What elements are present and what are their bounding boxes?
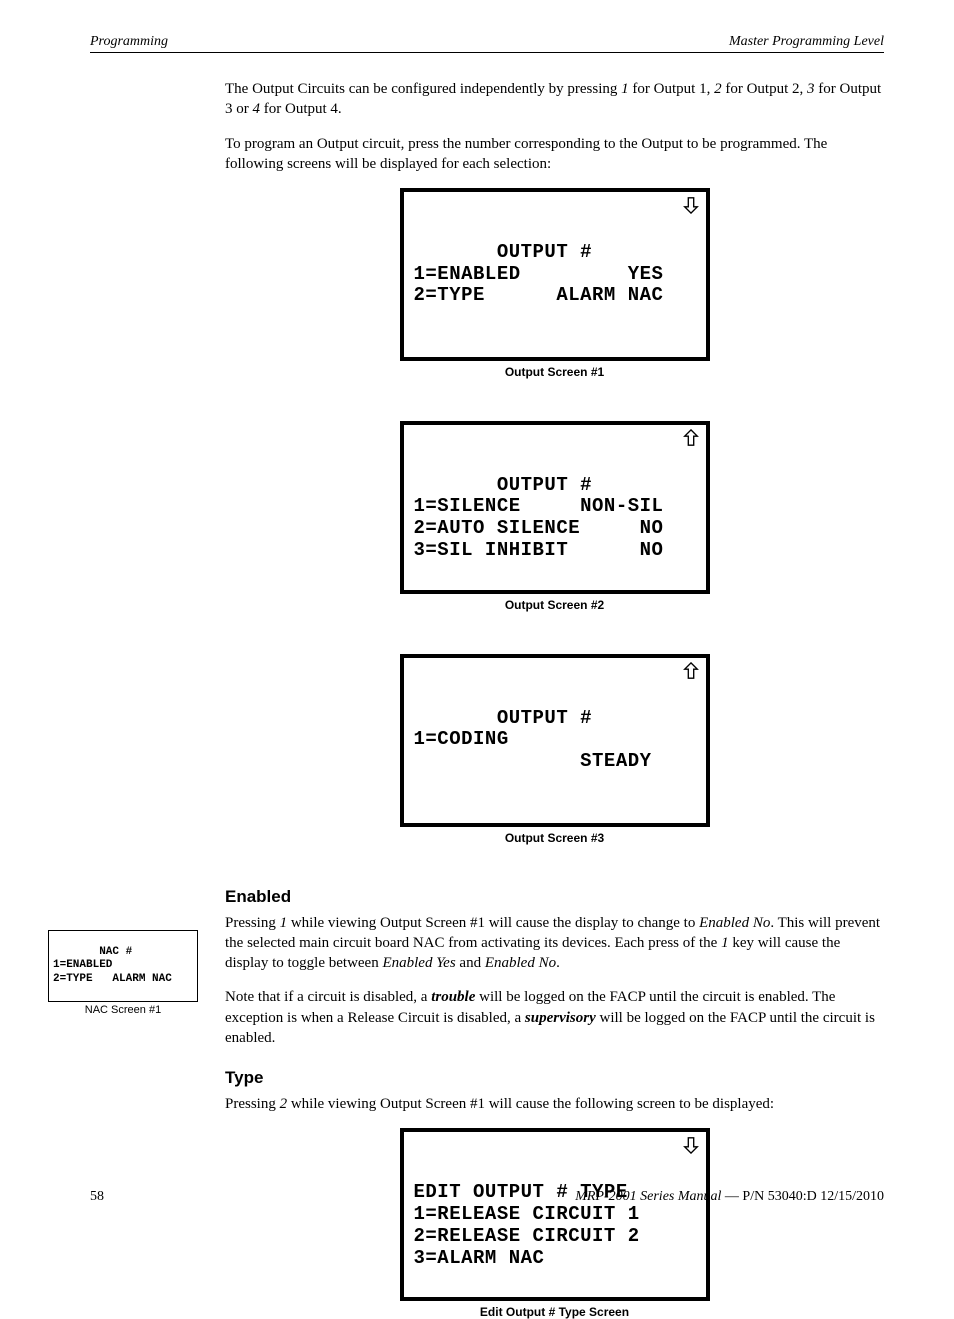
- lcd-screen-2: OUTPUT # 1=SILENCE NON-SIL 2=AUTO SILENC…: [400, 421, 710, 594]
- arrow-down-icon: [682, 196, 700, 214]
- lcd-screen-1: OUTPUT # 1=ENABLED YES 2=TYPE ALARM NAC: [400, 188, 710, 361]
- heading-enabled: Enabled: [225, 887, 884, 907]
- type-paragraph-1: Pressing 2 while viewing Output Screen #…: [225, 1094, 884, 1114]
- page-footer: 58 MRP-2001 Series Manual — P/N 53040:D …: [90, 1189, 884, 1205]
- lcd-screen-1-block: OUTPUT # 1=ENABLED YES 2=TYPE ALARM NAC …: [400, 188, 710, 379]
- intro-paragraph-2: To program an Output circuit, press the …: [225, 134, 884, 175]
- lcd-screen-3: OUTPUT # 1=CODING STEADY: [400, 654, 710, 827]
- nac-screen: NAC # 1=ENABLED 2=TYPE ALARM NAC: [48, 930, 198, 1002]
- lcd-screen-3-block: OUTPUT # 1=CODING STEADY Output Screen #…: [400, 654, 710, 845]
- footer-right: MRP-2001 Series Manual — P/N 53040:D 12/…: [575, 1189, 884, 1205]
- nac-caption: NAC Screen #1: [48, 1004, 198, 1016]
- lcd-screen-4-block: EDIT OUTPUT # TYPE 1=RELEASE CIRCUIT 1 2…: [400, 1128, 710, 1319]
- page-number: 58: [90, 1189, 104, 1205]
- enabled-paragraph-1: Pressing 1 while viewing Output Screen #…: [225, 913, 884, 974]
- intro-paragraph-1: The Output Circuits can be configured in…: [225, 79, 884, 120]
- lcd-screen-4: EDIT OUTPUT # TYPE 1=RELEASE CIRCUIT 1 2…: [400, 1128, 710, 1301]
- lcd-1-caption: Output Screen #1: [400, 365, 710, 379]
- lcd-3-caption: Output Screen #3: [400, 831, 710, 845]
- arrow-down-icon: [682, 1136, 700, 1154]
- header-right: Master Programming Level: [729, 34, 884, 50]
- lcd-4-caption: Edit Output # Type Screen: [400, 1305, 710, 1319]
- arrow-up-icon: [682, 662, 700, 680]
- lcd-screen-2-block: OUTPUT # 1=SILENCE NON-SIL 2=AUTO SILENC…: [400, 421, 710, 612]
- enabled-paragraph-2: Note that if a circuit is disabled, a tr…: [225, 987, 884, 1048]
- heading-type: Type: [225, 1068, 884, 1088]
- lcd-2-caption: Output Screen #2: [400, 598, 710, 612]
- page-header: Programming Master Programming Level: [90, 34, 884, 53]
- nac-side-block: NAC # 1=ENABLED 2=TYPE ALARM NAC NAC Scr…: [48, 930, 198, 1016]
- header-left: Programming: [90, 34, 168, 50]
- arrow-up-icon: [682, 429, 700, 447]
